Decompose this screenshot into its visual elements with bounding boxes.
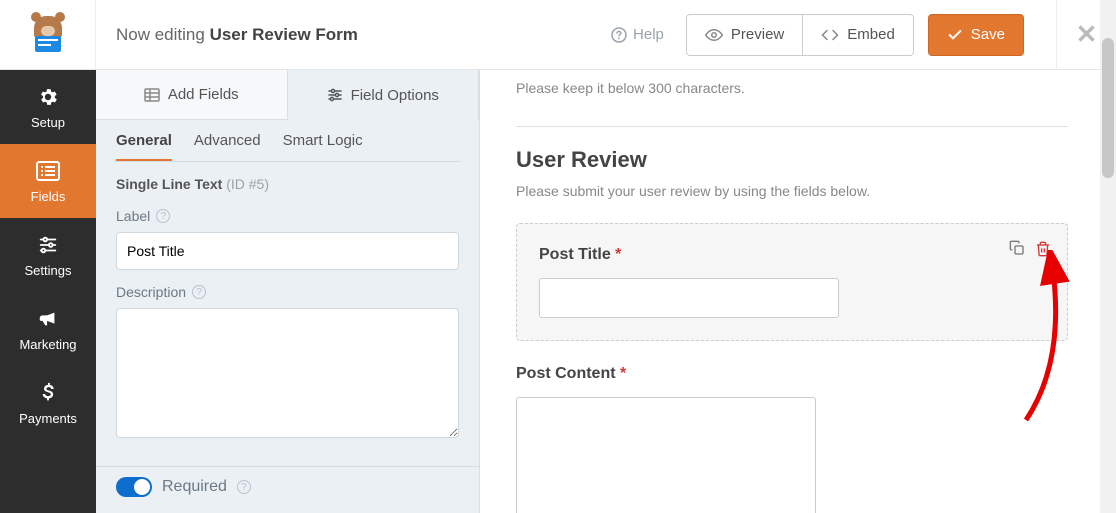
nav-settings-label: Settings — [25, 263, 72, 278]
nav-setup-label: Setup — [31, 115, 65, 130]
preview-field-selected[interactable]: Post Title * — [516, 223, 1068, 341]
label-label: Label — [116, 208, 150, 224]
tab-field-options[interactable]: Field Options — [287, 70, 480, 120]
preview-field[interactable]: Post Content * — [516, 365, 1068, 513]
char-limit-hint: Please keep it below 300 characters. — [516, 80, 1068, 96]
section-description: Please submit your user review by using … — [516, 183, 1068, 199]
dollar-icon — [36, 381, 60, 405]
preview-textarea[interactable] — [516, 397, 816, 513]
label-input[interactable] — [116, 232, 459, 270]
top-bar: Now editing User Review Form Help Previe… — [0, 0, 1116, 70]
required-label: Required — [162, 478, 227, 496]
preview-button[interactable]: Preview — [686, 14, 803, 56]
megaphone-icon — [36, 307, 60, 331]
sliders-icon — [36, 233, 60, 257]
save-label: Save — [971, 26, 1005, 43]
scrollbar-thumb[interactable] — [1102, 38, 1114, 178]
side-nav: Setup Fields Settings Marketing Payments — [0, 70, 96, 513]
description-row: Description ? — [116, 284, 459, 300]
subtab-advanced[interactable]: Advanced — [194, 132, 261, 162]
nav-payments[interactable]: Payments — [0, 366, 96, 440]
required-asterisk: * — [620, 365, 626, 382]
check-icon — [947, 27, 963, 43]
help-icon[interactable]: ? — [237, 480, 251, 494]
description-label: Description — [116, 284, 186, 300]
gear-icon — [36, 85, 60, 109]
editing-prefix: Now editing — [116, 25, 210, 44]
label-row: Label ? — [116, 208, 459, 224]
required-toggle[interactable] — [116, 477, 152, 497]
form-preview: Please keep it below 300 characters. Use… — [480, 70, 1116, 513]
main-area: Setup Fields Settings Marketing Payments — [0, 70, 1116, 513]
eye-icon — [705, 26, 723, 44]
sliders-small-icon — [327, 88, 343, 102]
nav-marketing[interactable]: Marketing — [0, 292, 96, 366]
delete-field-button[interactable] — [1035, 240, 1051, 258]
preview-field-label: Post Title * — [539, 246, 1045, 264]
required-row: Required ? — [116, 477, 459, 497]
help-icon[interactable]: ? — [192, 285, 206, 299]
help-icon[interactable]: ? — [156, 209, 170, 223]
embed-label: Embed — [847, 26, 895, 43]
tab-add-fields-label: Add Fields — [168, 86, 239, 103]
description-input[interactable] — [116, 308, 459, 438]
embed-button[interactable]: Embed — [803, 14, 914, 56]
nav-fields-label: Fields — [31, 189, 66, 204]
nav-fields[interactable]: Fields — [0, 144, 96, 218]
preview-label: Preview — [731, 26, 784, 43]
app-logo — [0, 0, 96, 70]
subtab-general[interactable]: General — [116, 132, 172, 162]
help-link[interactable]: Help — [611, 26, 664, 43]
code-icon — [821, 26, 839, 44]
grid-icon — [144, 88, 160, 102]
subtab-smart-logic[interactable]: Smart Logic — [283, 132, 363, 162]
scrollbar[interactable] — [1100, 0, 1116, 513]
required-asterisk: * — [615, 246, 621, 263]
form-name-label: User Review Form — [210, 25, 358, 44]
nav-marketing-label: Marketing — [19, 337, 76, 352]
close-button[interactable]: ✕ — [1076, 19, 1098, 50]
list-icon — [36, 159, 60, 183]
duplicate-field-button[interactable] — [1009, 240, 1025, 258]
tab-add-fields[interactable]: Add Fields — [96, 70, 287, 120]
preview-field-label: Post Content * — [516, 365, 1068, 383]
section-title: User Review — [516, 147, 1068, 173]
nav-setup[interactable]: Setup — [0, 70, 96, 144]
preview-embed-group: Preview Embed — [686, 14, 914, 56]
preview-text-input[interactable] — [539, 278, 839, 318]
page-title: Now editing User Review Form — [96, 25, 358, 45]
field-type-name: Single Line Text — [116, 176, 226, 192]
nav-settings[interactable]: Settings — [0, 218, 96, 292]
field-type-heading: Single Line Text (ID #5) — [116, 176, 459, 192]
field-id-label: (ID #5) — [226, 176, 269, 192]
tab-field-options-label: Field Options — [351, 87, 439, 104]
help-label: Help — [633, 26, 664, 43]
field-options-panel: Add Fields Field Options General Advance… — [96, 70, 480, 513]
question-circle-icon — [611, 27, 627, 43]
nav-payments-label: Payments — [19, 411, 77, 426]
save-button[interactable]: Save — [928, 14, 1024, 56]
